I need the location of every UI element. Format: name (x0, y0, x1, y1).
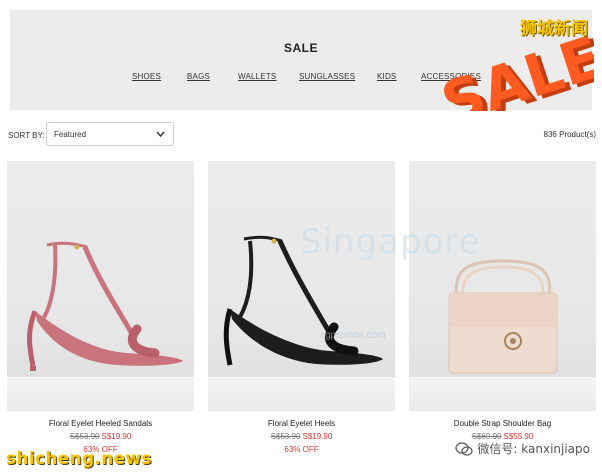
product-card[interactable] (409, 161, 596, 413)
product-card[interactable] (208, 161, 395, 413)
sale-price: S$19.90 (101, 432, 132, 441)
chevron-down-icon (156, 131, 165, 138)
nav-link-wallets[interactable]: WALLETS (238, 72, 276, 81)
wechat-id: 微信号: kanxinjiapo (477, 442, 590, 456)
product-name[interactable]: Double Strap Shoulder Bag (409, 419, 596, 428)
original-price: S$53.90 (270, 432, 301, 441)
product-name[interactable]: Floral Eyelet Heeled Sandals (7, 419, 194, 428)
nav-link-kids[interactable]: KIDS (377, 72, 396, 81)
product-image[interactable] (7, 161, 194, 411)
nav-link-bags[interactable]: BAGS (187, 72, 210, 81)
wechat-icon (455, 441, 474, 456)
product-image[interactable] (208, 161, 395, 411)
watermark-wechat: 微信号: kanxinjiapo (455, 440, 590, 457)
heels-image (223, 235, 383, 366)
product-price: S$53.90 S$19.90 (208, 432, 395, 441)
product-price: S$53.90 S$19.90 (7, 432, 194, 441)
discount-label: 63% OFF (284, 445, 319, 454)
sale-price: S$19.90 (302, 432, 333, 441)
watermark-site: shicheng.news (6, 449, 152, 469)
original-price: S$53.90 (69, 432, 100, 441)
product-count: 836 Product(s) (543, 130, 596, 139)
watermark-background: Singapore (300, 222, 481, 262)
product-name[interactable]: Floral Eyelet Heels (208, 419, 395, 428)
nav-link-sunglasses[interactable]: SUNGLASSES (299, 72, 355, 81)
sort-dropdown[interactable]: Featured (46, 122, 174, 146)
product-image[interactable] (409, 161, 596, 411)
shoulder-bag-image (448, 259, 558, 374)
sort-label: SORT BY: (8, 131, 45, 140)
nav-link-shoes[interactable]: SHOES (132, 72, 161, 81)
sort-selected-value: Featured (54, 130, 87, 139)
heeled-sandal-image (27, 241, 183, 371)
watermark-top-right: 狮城新闻 (520, 19, 588, 39)
watermark-background-sub: sgpromos.com (320, 330, 386, 341)
product-card[interactable] (7, 161, 194, 413)
